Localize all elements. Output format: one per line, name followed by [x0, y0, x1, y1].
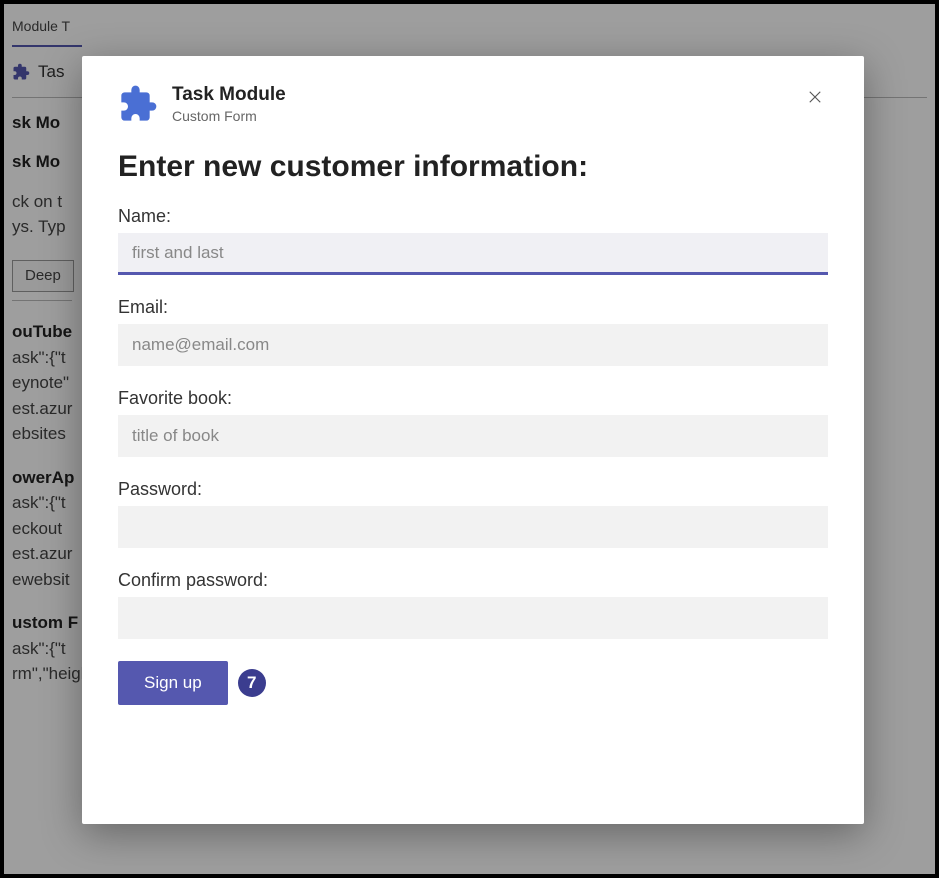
puzzle-icon	[118, 84, 158, 124]
book-label: Favorite book:	[118, 388, 828, 409]
email-input[interactable]	[118, 324, 828, 366]
name-input[interactable]	[118, 233, 828, 275]
signup-button[interactable]: Sign up	[118, 661, 228, 705]
form-heading: Enter new customer information:	[118, 150, 828, 184]
dialog-title: Task Module	[172, 84, 286, 106]
close-button[interactable]	[802, 84, 828, 115]
confirm-password-input[interactable]	[118, 597, 828, 639]
email-label: Email:	[118, 297, 828, 318]
close-icon	[806, 88, 824, 106]
password-input[interactable]	[118, 506, 828, 548]
password-label: Password:	[118, 479, 828, 500]
callout-badge: 7	[238, 669, 266, 697]
name-label: Name:	[118, 206, 828, 227]
dialog-subtitle: Custom Form	[172, 108, 286, 124]
task-module-dialog: Task Module Custom Form Enter new custom…	[82, 56, 864, 824]
confirm-password-label: Confirm password:	[118, 570, 828, 591]
favorite-book-input[interactable]	[118, 415, 828, 457]
